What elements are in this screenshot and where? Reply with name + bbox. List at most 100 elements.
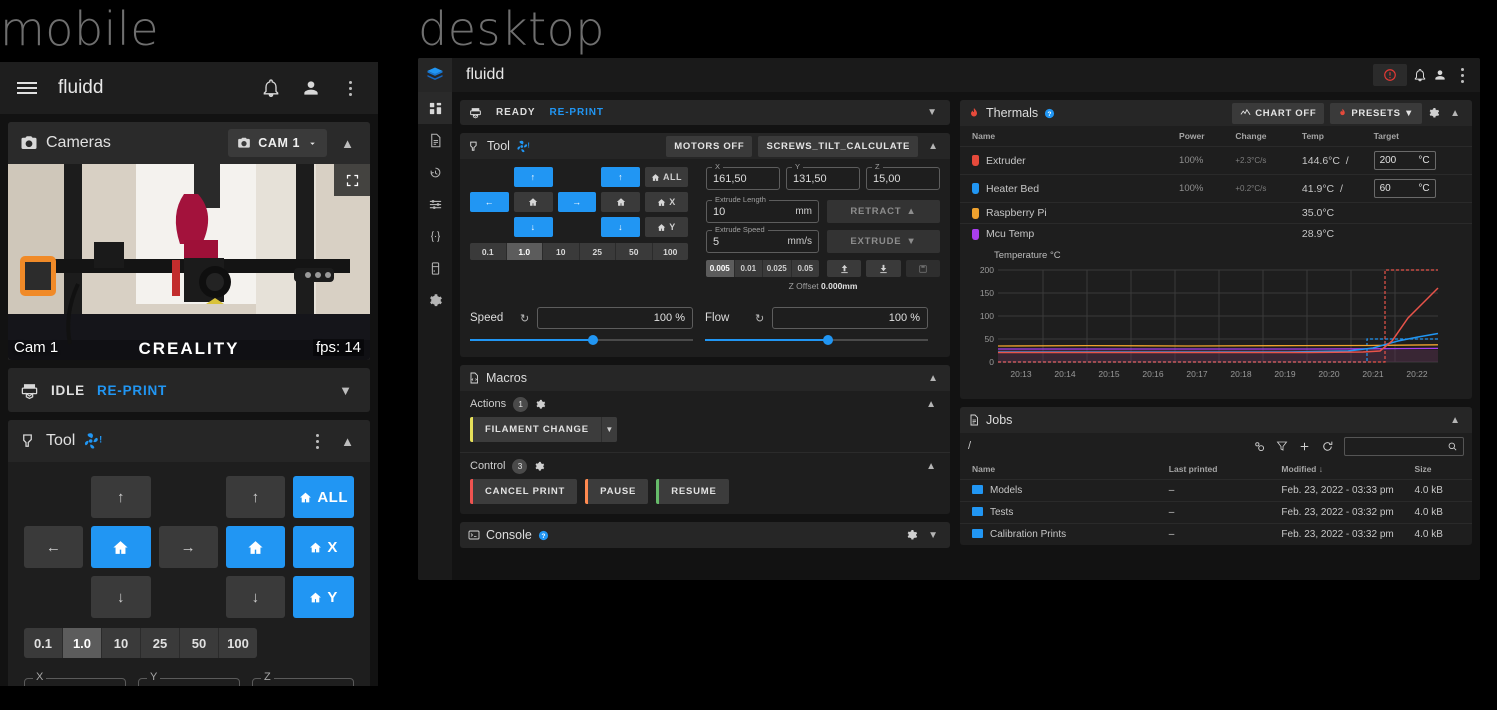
home-x-button[interactable]: X: [645, 192, 688, 212]
extrude-speed-field[interactable]: Extrude Speed 5 mm/s: [706, 225, 819, 253]
table-row[interactable]: Extruder 100% +2.3°C/s 144.6°C / 200 °C: [960, 146, 1472, 175]
zstep-0.05[interactable]: 0.05: [791, 260, 819, 277]
retract-button[interactable]: RETRACT ▲: [827, 200, 940, 223]
step-25[interactable]: 25: [141, 628, 180, 658]
extrude-length-field[interactable]: Extrude Length 10 mm: [706, 195, 819, 223]
jog-x-plus-button[interactable]: →: [158, 526, 218, 568]
target-input[interactable]: 60 °C: [1373, 179, 1436, 198]
home-z-button[interactable]: [601, 192, 640, 212]
filter-icon[interactable]: [1276, 440, 1288, 452]
sidebar-item-jobs[interactable]: [418, 124, 452, 156]
macros-collapse-icon[interactable]: ▲: [924, 370, 942, 387]
gear-icon[interactable]: [535, 399, 546, 410]
gear-icon[interactable]: [906, 529, 918, 541]
arrow-up-bar-icon[interactable]: [827, 260, 862, 277]
jog-y-plus-button[interactable]: ↑: [91, 476, 151, 518]
jog-y-minus-button[interactable]: ↓: [513, 217, 553, 237]
motors-off-button[interactable]: MOTORS OFF: [666, 135, 753, 157]
refresh-icon[interactable]: [1321, 440, 1334, 453]
jog-z-minus-button[interactable]: ↓: [225, 576, 286, 618]
filament-change-macro-button[interactable]: FILAMENT CHANGE ▼: [470, 417, 617, 442]
home-y-button[interactable]: Y: [293, 576, 354, 618]
jog-x-minus-button[interactable]: ←: [24, 526, 84, 568]
account-icon[interactable]: [301, 78, 321, 98]
sidebar-item-dashboard[interactable]: [418, 92, 452, 124]
x-position-field[interactable]: X 161,50: [24, 671, 126, 686]
screws-tilt-calculate-button[interactable]: SCREWS_TILT_CALCULATE: [758, 135, 919, 157]
home-xy-button[interactable]: [91, 526, 151, 568]
bell-icon[interactable]: [261, 78, 281, 98]
multi-gear-icon[interactable]: [1253, 440, 1266, 453]
step-0.1[interactable]: 0.1: [24, 628, 63, 658]
mobile-reprint-button[interactable]: RE-PRINT: [97, 383, 167, 398]
table-row[interactable]: Calibration Prints – Feb. 23, 2022 - 03:…: [960, 523, 1472, 545]
step-50[interactable]: 50: [616, 243, 653, 260]
table-row[interactable]: Raspberry Pi 35.0°C: [960, 202, 1472, 224]
sidebar-item-system[interactable]: [418, 252, 452, 284]
jog-x-plus-button[interactable]: →: [557, 192, 597, 212]
cancel-print-macro-button[interactable]: CANCEL PRINT: [470, 479, 578, 504]
sidebar-item-settings[interactable]: [418, 284, 452, 316]
zstep-0.005[interactable]: 0.005: [706, 260, 735, 277]
camera-selector[interactable]: CAM 1: [228, 129, 328, 157]
jog-z-plus-button[interactable]: ↑: [225, 476, 286, 518]
mobile-tool-collapse-icon[interactable]: ▲: [335, 430, 360, 453]
step-25[interactable]: 25: [579, 243, 616, 260]
jb-col-size[interactable]: Size: [1411, 459, 1472, 480]
resume-macro-button[interactable]: RESUME: [656, 479, 729, 504]
home-all-button[interactable]: ALL: [293, 476, 354, 518]
arrow-down-bar-icon[interactable]: [866, 260, 901, 277]
step-1.0[interactable]: 1.0: [63, 628, 102, 658]
save-icon[interactable]: [905, 260, 940, 277]
step-0.1[interactable]: 0.1: [470, 243, 507, 260]
fullscreen-icon[interactable]: [334, 164, 370, 196]
jog-z-plus-button[interactable]: ↑: [601, 167, 640, 187]
jobs-collapse-icon[interactable]: ▲: [1446, 412, 1464, 429]
jb-col-modified[interactable]: Modified ↓: [1277, 459, 1410, 480]
plus-icon[interactable]: [1298, 440, 1311, 453]
kebab-icon[interactable]: [1453, 64, 1472, 87]
home-x-button[interactable]: X: [293, 526, 354, 568]
jb-col-last-printed[interactable]: Last printed: [1165, 459, 1278, 480]
bell-icon[interactable]: [1413, 68, 1427, 82]
jog-z-minus-button[interactable]: ↓: [601, 217, 640, 237]
thermals-collapse-icon[interactable]: ▲: [1446, 105, 1464, 122]
step-1.0[interactable]: 1.0: [506, 243, 543, 260]
account-icon[interactable]: [1433, 68, 1447, 82]
zstep-0.025[interactable]: 0.025: [763, 260, 792, 277]
desktop-tool-collapse-icon[interactable]: ▲: [924, 138, 942, 155]
help-icon[interactable]: ?: [538, 530, 549, 541]
step-10[interactable]: 10: [102, 628, 141, 658]
presets-button[interactable]: PRESETS ▼: [1330, 102, 1423, 124]
chevron-down-icon[interactable]: ▼: [600, 417, 617, 442]
step-100[interactable]: 100: [219, 628, 257, 658]
y-position-field[interactable]: Y 131,50: [138, 671, 240, 686]
reset-icon[interactable]: ↻: [755, 312, 764, 325]
macro-group-actions-collapse-icon[interactable]: ▲: [922, 396, 940, 413]
home-z-button[interactable]: [225, 526, 286, 568]
step-100[interactable]: 100: [652, 243, 688, 260]
help-icon[interactable]: ?: [1044, 108, 1055, 119]
table-row[interactable]: Models – Feb. 23, 2022 - 03:33 pm 4.0 kB: [960, 479, 1472, 502]
flow-slider[interactable]: [705, 333, 928, 347]
sidebar-item-history[interactable]: [418, 156, 452, 188]
flow-value[interactable]: 100 %: [772, 307, 928, 329]
y-position-field[interactable]: Y 131,50: [786, 162, 860, 190]
step-50[interactable]: 50: [180, 628, 219, 658]
zstep-0.01[interactable]: 0.01: [734, 260, 763, 277]
chart-toggle-button[interactable]: CHART OFF: [1232, 102, 1325, 124]
target-input[interactable]: 200 °C: [1373, 151, 1436, 170]
desktop-reprint-button[interactable]: RE-PRINT: [550, 107, 604, 118]
macro-group-control-collapse-icon[interactable]: ▲: [922, 458, 940, 475]
extrude-button[interactable]: EXTRUDE ▼: [827, 230, 940, 253]
gear-icon[interactable]: [1428, 107, 1440, 119]
mobile-tool-kebab-icon[interactable]: [308, 430, 327, 453]
table-row[interactable]: Mcu Temp 28.9°C: [960, 223, 1472, 244]
z-position-field[interactable]: Z 15,00: [252, 671, 354, 686]
mobile-status-expand-icon[interactable]: ▼: [333, 379, 358, 402]
speed-slider[interactable]: [470, 333, 693, 347]
gear-icon[interactable]: [534, 461, 545, 472]
jog-y-minus-button[interactable]: ↓: [91, 576, 151, 618]
step-10[interactable]: 10: [543, 243, 580, 260]
cameras-collapse-icon[interactable]: ▲: [335, 132, 360, 155]
